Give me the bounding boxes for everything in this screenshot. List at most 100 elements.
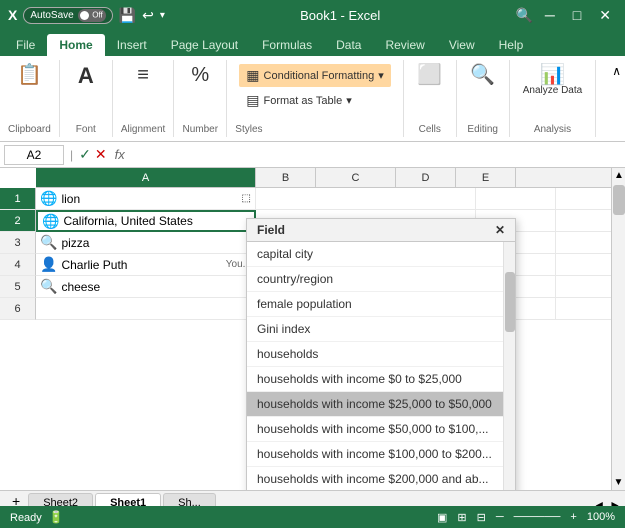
dropdown-item-households-200k-plus[interactable]: households with income $200,000 and ab..… bbox=[247, 467, 515, 490]
dropdown-scrollbar[interactable] bbox=[503, 242, 515, 490]
dropdown-item-country-region[interactable]: country/region bbox=[247, 267, 515, 292]
col-header-b: B bbox=[256, 168, 316, 187]
minimize-button[interactable]: ─ bbox=[539, 5, 561, 25]
field-dropdown-panel[interactable]: Field ✕ capital city country/region fema… bbox=[246, 218, 516, 490]
font-label: Font bbox=[76, 122, 96, 135]
row-num-4: 4 bbox=[0, 254, 36, 276]
tab-file[interactable]: File bbox=[4, 34, 47, 56]
cell-c1[interactable] bbox=[476, 188, 556, 210]
title-bar: X AutoSave Off 💾 ↩ ▾ Book1 - Excel 🔍 ─ □… bbox=[0, 0, 625, 30]
dropdown-item-households-100k-200k[interactable]: households with income $100,000 to $200.… bbox=[247, 442, 515, 467]
dropdown-header: Field ✕ bbox=[247, 219, 515, 242]
editing-icon: 🔍 bbox=[470, 65, 495, 85]
fat-dropdown-icon: ▾ bbox=[346, 94, 352, 107]
fx-label: fx bbox=[111, 147, 129, 162]
cell-b1[interactable] bbox=[256, 188, 476, 210]
number-icon: % bbox=[191, 65, 209, 85]
formula-input[interactable] bbox=[133, 148, 621, 162]
cells-icon: ⬜ bbox=[417, 65, 442, 85]
dropdown-item-households-25k-50k[interactable]: households with income $25,000 to $50,00… bbox=[247, 392, 515, 417]
cells-label: Cells bbox=[419, 122, 441, 135]
format-table-icon: ▤ bbox=[246, 92, 259, 109]
alignment-button[interactable]: ≡ bbox=[125, 62, 161, 88]
zoom-slider[interactable]: ────── bbox=[514, 511, 561, 523]
number-label: Number bbox=[182, 122, 218, 135]
format-as-table-button[interactable]: ▤ Format as Table ▾ bbox=[239, 89, 390, 112]
styles-label: Styles bbox=[235, 122, 262, 135]
conditional-formatting-button[interactable]: ▦ Conditional Formatting ▾ bbox=[239, 64, 390, 87]
cell-reference-box[interactable]: A2 bbox=[4, 145, 64, 165]
clipboard-button[interactable]: 📋 bbox=[11, 62, 47, 88]
cell-a1[interactable]: 🌐 lion ⬚ bbox=[36, 188, 256, 210]
cell-a5[interactable]: 🔍 cheese bbox=[36, 276, 256, 298]
cell-a4[interactable]: 👤 Charlie Puth You... bbox=[36, 254, 256, 276]
cell-a2-icon: 🌐 bbox=[42, 213, 59, 230]
dropdown-item-households[interactable]: households bbox=[247, 342, 515, 367]
tab-page-layout[interactable]: Page Layout bbox=[159, 34, 250, 56]
conditional-formatting-icon: ▦ bbox=[246, 67, 259, 84]
tab-formulas[interactable]: Formulas bbox=[250, 34, 324, 56]
format-as-table-label: Format as Table bbox=[264, 95, 343, 107]
check-icon[interactable]: ✓ bbox=[79, 146, 91, 163]
tab-review[interactable]: Review bbox=[373, 34, 436, 56]
cancel-icon[interactable]: ✕ bbox=[95, 146, 107, 163]
analysis-label: Analysis bbox=[534, 122, 571, 135]
column-headers: A B C D E bbox=[36, 168, 625, 188]
font-icon: A bbox=[78, 65, 94, 87]
cell-a4-value: Charlie Puth bbox=[61, 258, 127, 272]
ribbon-collapse-button[interactable]: ∧ bbox=[612, 64, 621, 78]
title-bar-left: X AutoSave Off 💾 ↩ ▾ bbox=[8, 7, 165, 24]
cell-a1-icon: 🌐 bbox=[40, 190, 57, 207]
dropdown-close-icon[interactable]: ✕ bbox=[495, 223, 505, 237]
cell-a6[interactable] bbox=[36, 298, 256, 320]
number-button[interactable]: % bbox=[182, 62, 218, 88]
dropdown-item-gini-index[interactable]: Gini index bbox=[247, 317, 515, 342]
zoom-in-button[interactable]: + bbox=[570, 511, 576, 523]
clipboard-icon: 📋 bbox=[17, 65, 42, 85]
tab-data[interactable]: Data bbox=[324, 34, 373, 56]
cell-a3-icon: 🔍 bbox=[40, 234, 57, 251]
autosave-toggle[interactable]: Off bbox=[78, 9, 106, 22]
save-icon[interactable]: 💾 bbox=[119, 7, 136, 24]
vertical-scrollbar[interactable]: ▲ ▼ bbox=[611, 168, 625, 490]
tab-help[interactable]: Help bbox=[487, 34, 536, 56]
search-icon[interactable]: 🔍 bbox=[515, 7, 532, 24]
ribbon-group-analysis: 📊 Analyze Data Analysis bbox=[510, 60, 596, 137]
cell-a2[interactable]: 🌐 California, United States bbox=[36, 210, 256, 232]
undo-icon[interactable]: ↩ bbox=[142, 7, 154, 24]
dropdown-item-households-50k-100k[interactable]: households with income $50,000 to $100,.… bbox=[247, 417, 515, 442]
close-button[interactable]: ✕ bbox=[593, 5, 617, 26]
ribbon-group-cells: ⬜ Cells bbox=[404, 60, 457, 137]
editing-button[interactable]: 🔍 bbox=[465, 62, 501, 88]
dropdown-item-female-population[interactable]: female population bbox=[247, 292, 515, 317]
tab-home[interactable]: Home bbox=[47, 34, 104, 56]
analyze-data-button[interactable]: 📊 Analyze Data bbox=[518, 62, 587, 99]
redo-chevron-icon[interactable]: ▾ bbox=[160, 10, 165, 21]
tab-view[interactable]: View bbox=[437, 34, 487, 56]
view-normal-icon[interactable]: ▣ bbox=[437, 511, 447, 524]
scroll-down-arrow[interactable]: ▼ bbox=[612, 477, 625, 488]
dropdown-item-households-0-25k[interactable]: households with income $0 to $25,000 bbox=[247, 367, 515, 392]
view-break-icon[interactable]: ⊟ bbox=[477, 511, 486, 524]
autosave-badge[interactable]: AutoSave Off bbox=[23, 7, 112, 24]
cells-button[interactable]: ⬜ bbox=[412, 62, 448, 88]
view-layout-icon[interactable]: ⊞ bbox=[457, 511, 466, 524]
status-text: Ready bbox=[10, 512, 42, 524]
alignment-label: Alignment bbox=[121, 122, 165, 135]
title-bar-right: 🔍 ─ □ ✕ bbox=[515, 5, 617, 26]
status-right: ▣ ⊞ ⊟ ─ ────── + 100% bbox=[437, 511, 615, 524]
restore-button[interactable]: □ bbox=[567, 5, 587, 25]
cell-a1-expand-icon[interactable]: ⬚ bbox=[242, 193, 251, 204]
col-header-a: A bbox=[36, 168, 256, 187]
dropdown-item-capital-city[interactable]: capital city bbox=[247, 242, 515, 267]
autosave-label: AutoSave bbox=[30, 10, 73, 21]
scroll-up-arrow[interactable]: ▲ bbox=[612, 168, 625, 183]
analyze-icon: 📊 bbox=[540, 65, 565, 85]
cell-a3[interactable]: 🔍 pizza bbox=[36, 232, 256, 254]
row-num-5: 5 bbox=[0, 276, 36, 298]
zoom-out-button[interactable]: ─ bbox=[496, 511, 504, 523]
tab-insert[interactable]: Insert bbox=[105, 34, 159, 56]
clipboard-label: Clipboard bbox=[8, 122, 51, 135]
row-num-6: 6 bbox=[0, 298, 36, 320]
font-button[interactable]: A bbox=[68, 62, 104, 90]
